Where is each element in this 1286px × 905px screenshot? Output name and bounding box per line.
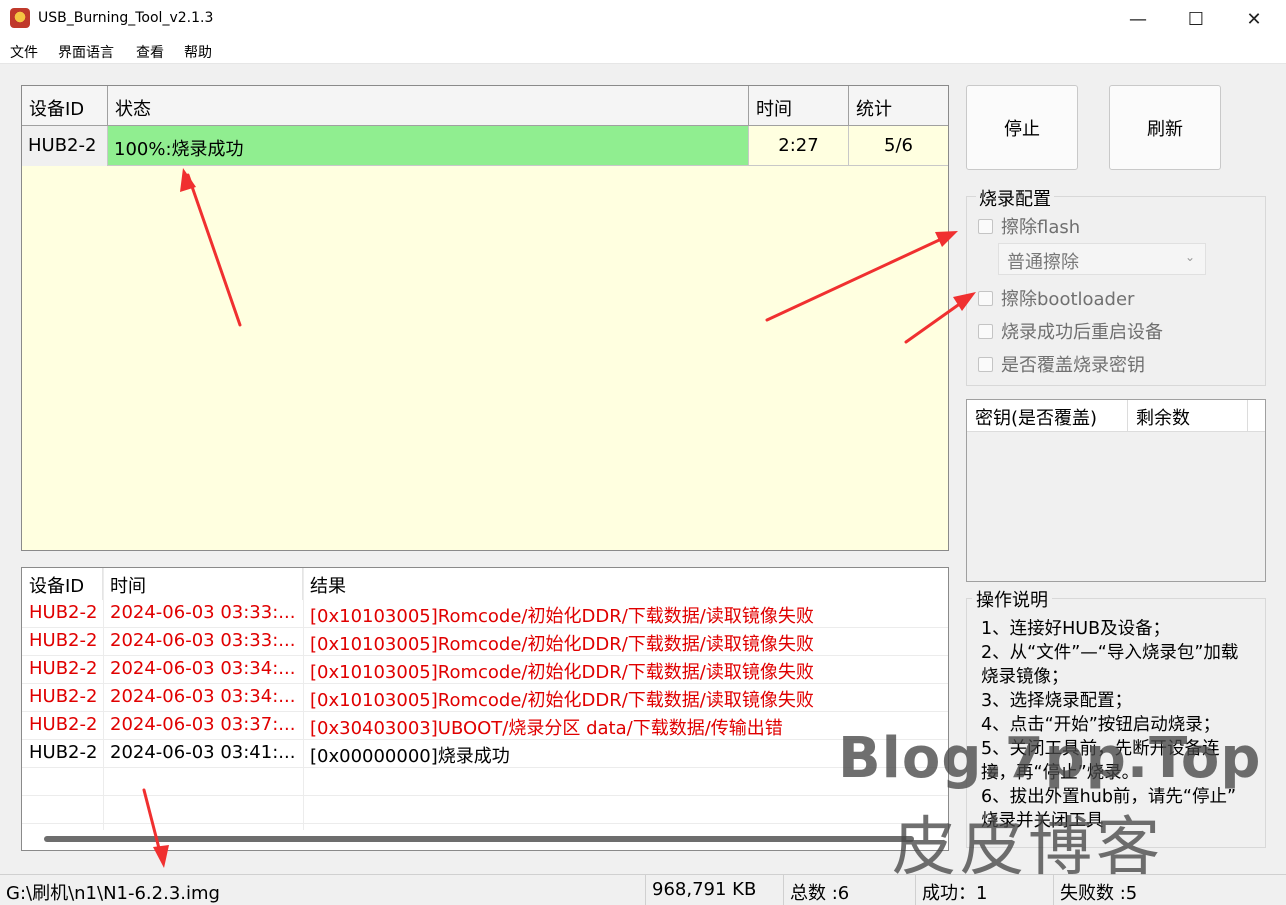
erase-mode-select[interactable]: 普通擦除 ⌄ (998, 243, 1206, 275)
log-row[interactable]: HUB2-2 2024-06-03 03:34:... [0x10103005]… (22, 656, 948, 684)
log-row[interactable]: HUB2-2 2024-06-03 03:33:... [0x10103005]… (22, 628, 948, 656)
overwrite-key-checkbox[interactable] (978, 356, 993, 372)
instruction-line: 烧录镜像； (981, 667, 1069, 687)
app-icon (10, 8, 30, 28)
time-cell: 2:27 (749, 126, 849, 166)
log-result: [0x10103005]Romcode/初始化DDR/下载数据/读取镜像失败 (310, 662, 814, 683)
log-row-empty (22, 768, 948, 796)
reboot-after-checkbox[interactable] (978, 323, 993, 339)
watermark-text: Blog.7pp.Top (838, 726, 1262, 791)
log-time: 2024-06-03 03:34:... (110, 658, 296, 679)
instruction-line: 3、选择烧录配置； (981, 691, 1133, 711)
log-col-device-id[interactable]: 设备ID (22, 568, 103, 600)
reboot-after-label: 烧录成功后重启设备 (1001, 322, 1163, 343)
close-icon: ✕ (1246, 8, 1262, 30)
image-path: G:\刷机\n1\N1-6.2.3.img (6, 883, 220, 904)
log-row[interactable]: HUB2-2 2024-06-03 03:34:... [0x10103005]… (22, 684, 948, 712)
col-time[interactable]: 时间 (749, 86, 849, 126)
erase-mode-value: 普通擦除 (1007, 252, 1079, 273)
log-row[interactable]: HUB2-2 2024-06-03 03:33:... [0x10103005]… (22, 600, 948, 628)
stop-button[interactable]: 停止 (966, 85, 1078, 170)
log-col-result[interactable]: 结果 (303, 568, 948, 600)
status-text: 100%:烧录成功 (114, 139, 244, 160)
erase-flash-option[interactable]: 擦除flash (978, 213, 1080, 239)
menu-file[interactable]: 文件 (10, 42, 38, 62)
log-device-id: HUB2-2 (29, 658, 98, 679)
title-bar: USB_Burning_Tool_v2.1.3 — ☐ ✕ (0, 0, 1286, 38)
maximize-icon: ☐ (1187, 8, 1205, 30)
log-device-id: HUB2-2 (29, 630, 98, 651)
reboot-after-option[interactable]: 烧录成功后重启设备 (978, 318, 1163, 344)
log-device-id: HUB2-2 (29, 742, 98, 763)
scrollbar-thumb[interactable] (44, 836, 914, 842)
image-size: 968,791 KB (645, 875, 783, 905)
erase-flash-label: 擦除flash (1001, 217, 1081, 238)
log-row-empty (22, 796, 948, 824)
window-title: USB_Burning_Tool_v2.1.3 (38, 10, 214, 26)
minimize-button[interactable]: — (1109, 0, 1167, 38)
device-row[interactable]: HUB2-2 100%:烧录成功 2:27 5/6 (22, 126, 948, 166)
log-time: 2024-06-03 03:33:... (110, 602, 296, 623)
refresh-button[interactable]: 刷新 (1109, 85, 1221, 170)
erase-bootloader-option[interactable]: 擦除bootloader (978, 285, 1134, 311)
log-row[interactable]: HUB2-2 2024-06-03 03:41:... [0x00000000]… (22, 740, 948, 768)
log-time: 2024-06-03 03:41:... (110, 742, 296, 763)
device-table-header: 设备ID 状态 时间 统计 (22, 86, 948, 126)
log-col-time[interactable]: 时间 (103, 568, 303, 600)
close-button[interactable]: ✕ (1225, 0, 1283, 38)
overwrite-key-label: 是否覆盖烧录密钥 (1001, 355, 1145, 376)
menu-view[interactable]: 查看 (136, 42, 164, 62)
overwrite-key-option[interactable]: 是否覆盖烧录密钥 (978, 351, 1145, 377)
instruction-line: 2、从“文件”—“导入烧录包”加载 (981, 643, 1239, 663)
log-time: 2024-06-03 03:37:... (110, 714, 296, 735)
erase-bootloader-checkbox[interactable] (978, 290, 993, 306)
log-device-id: HUB2-2 (29, 714, 98, 735)
log-result: [0x10103005]Romcode/初始化DDR/下载数据/读取镜像失败 (310, 606, 814, 627)
col-remaining[interactable]: 剩余数 (1128, 400, 1248, 432)
log-time: 2024-06-03 03:34:... (110, 686, 296, 707)
instructions-legend: 操作说明 (972, 586, 1052, 612)
col-device-id[interactable]: 设备ID (22, 86, 108, 126)
col-key[interactable]: 密钥(是否覆盖) (967, 400, 1128, 432)
menu-help[interactable]: 帮助 (184, 42, 212, 62)
menu-bar: 文件 界面语言 查看 帮助 (0, 38, 1286, 64)
log-device-id: HUB2-2 (29, 686, 98, 707)
col-status[interactable]: 状态 (108, 86, 749, 126)
log-time: 2024-06-03 03:33:... (110, 630, 296, 651)
log-result: [0x10103005]Romcode/初始化DDR/下载数据/读取镜像失败 (310, 634, 814, 655)
log-result: [0x10103005]Romcode/初始化DDR/下载数据/读取镜像失败 (310, 690, 814, 711)
status-progress-cell: 100%:烧录成功 (108, 126, 749, 166)
device-table[interactable]: 设备ID 状态 时间 统计 HUB2-2 100%:烧录成功 2:27 5/6 (21, 85, 949, 551)
watermark-text-cn: 皮皮博客 (892, 811, 1164, 885)
erase-bootloader-label: 擦除bootloader (1001, 289, 1135, 310)
key-table-header: 密钥(是否覆盖) 剩余数 (967, 400, 1265, 432)
instruction-line: 1、连接好HUB及设备； (981, 619, 1171, 639)
stats-cell: 5/6 (884, 135, 913, 156)
erase-flash-checkbox[interactable] (978, 218, 993, 234)
key-table[interactable]: 密钥(是否覆盖) 剩余数 (966, 399, 1266, 582)
device-id-cell: HUB2-2 (22, 126, 108, 166)
maximize-button[interactable]: ☐ (1167, 0, 1225, 38)
col-stats[interactable]: 统计 (849, 86, 948, 126)
menu-language[interactable]: 界面语言 (58, 42, 114, 62)
burn-config-legend: 烧录配置 (976, 185, 1054, 211)
log-row[interactable]: HUB2-2 2024-06-03 03:37:... [0x30403003]… (22, 712, 948, 740)
chevron-down-icon: ⌄ (1184, 250, 1195, 264)
log-device-id: HUB2-2 (29, 602, 98, 623)
minimize-icon: — (1129, 8, 1147, 30)
log-table[interactable]: 设备ID 时间 结果 HUB2-2 2024-06-03 03:33:... [… (21, 567, 949, 851)
